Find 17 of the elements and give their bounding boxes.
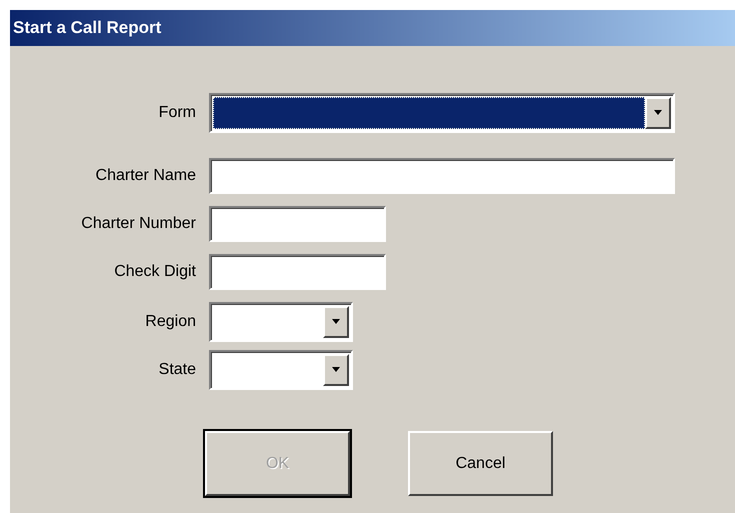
input-field[interactable]: [209, 206, 386, 242]
field-label: Check Digit: [113, 263, 197, 281]
dropdown[interactable]: [209, 93, 675, 133]
field-label: State: [158, 361, 197, 379]
dropdown-arrow-icon[interactable]: [331, 367, 341, 373]
dropdown[interactable]: [209, 350, 353, 390]
input-field[interactable]: [209, 158, 675, 194]
window-title: Start a Call Report: [10, 10, 735, 46]
input-field[interactable]: [209, 254, 386, 290]
field-label: Region: [144, 313, 197, 331]
dialog-button[interactable]: Cancel: [408, 431, 553, 496]
dropdown-arrow-icon[interactable]: [653, 110, 663, 116]
dropdown[interactable]: [209, 302, 353, 342]
dropdown-arrow-icon[interactable]: [331, 319, 341, 325]
field-label: Charter Name: [94, 167, 197, 185]
field-label: Charter Number: [80, 215, 197, 233]
field-label: Form: [158, 104, 197, 122]
